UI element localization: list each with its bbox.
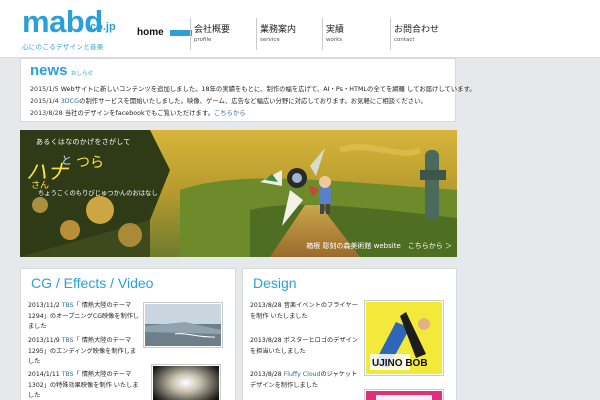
nav-contact-label: お問合わせ [394, 25, 440, 35]
list-item[interactable]: 2013/8/28 音楽イベントのフライヤーを制作 いたしました [250, 301, 362, 322]
news-text: 当社のデザインをfacebookでもご覧いただけます。 [62, 110, 214, 117]
news-section: news おしらせ 2015/1/5 Webサイトに新しいコンテンツを追加しまし… [20, 58, 476, 122]
nav-contact-sub: contact [394, 37, 415, 43]
entry-date: 2013/8/28 [250, 371, 282, 378]
nav-profile-label: 会社概要 [194, 25, 231, 35]
hero-banner[interactable]: あるくはなのかげをさがして ハナ と つら さん ちょうこくのもりびじゅつかんの… [20, 130, 457, 257]
panel-title: CG / Effects / Video [31, 275, 154, 291]
news-link[interactable]: こちらから [214, 110, 246, 117]
banner-subtitle: ちょうこくのもりびじゅつかんのおはなし [38, 190, 158, 197]
list-item[interactable]: 2014/1/11 TBS「 情熱大陸のテーマ1302」の特殊効果映像を制作 い… [28, 370, 140, 400]
news-text: の制作サービスを開始いたしました。映像、ゲーム、広告など幅広い分野に対応しており… [79, 98, 427, 105]
nav-service-sub: service [260, 37, 280, 43]
news-item: 2013/8/28 当社のデザインをfacebookでもご覧いただけます。こちら… [30, 108, 246, 117]
thumbnail[interactable] [151, 364, 221, 400]
entry-link[interactable]: TBS [62, 371, 74, 378]
design-panel: Design 2013/8/28 音楽イベントのフライヤーを制作 いたしました … [242, 268, 457, 400]
news-link[interactable]: 3DCG [61, 98, 79, 105]
thumbnail-image [366, 391, 442, 400]
panel-title: Design [253, 275, 297, 291]
list-item[interactable]: 2013/8/28 Fluffy Cloudのジャケットデザインを制作しました [250, 370, 362, 391]
list-item[interactable]: 2013/8/28 ポスターとロゴのデザインを担当いたしました [250, 336, 362, 357]
news-date: 2013/8/28 [30, 110, 63, 117]
nav-works-label: 実績 [326, 25, 345, 35]
news-subtitle: おしらせ [71, 71, 93, 77]
cg-effects-video-panel: CG / Effects / Video 2013/11/2 TBS「 情熱大陸… [20, 268, 236, 400]
site-header: mabd co.jp 心にのこるデザインと音楽 home 会社概要 profil… [0, 0, 600, 58]
entry-date: 2013/11/2 [28, 302, 60, 309]
poster-thumbnail[interactable]: UJINO BOB [364, 300, 444, 376]
list-item[interactable]: 2013/11/2 TBS「 情熱大陸のテーマ1294」のオープニングCG映像を… [28, 301, 140, 333]
thumbnail[interactable] [364, 389, 444, 400]
nav-works-sub: works [326, 37, 343, 43]
site-logo[interactable]: mabd co.jp 心にのこるデザインと音楽 [22, 6, 132, 54]
entry-link[interactable]: TBS [62, 337, 74, 344]
logo-suffix: co.jp [90, 21, 116, 33]
news-title: news [30, 62, 68, 79]
nav-profile[interactable]: 会社概要 profile [190, 18, 256, 50]
news-date: 2015/1/4 [30, 98, 59, 105]
thumbnail[interactable] [143, 302, 223, 348]
nav-works[interactable]: 実績 works [322, 18, 390, 50]
list-item[interactable]: 2013/11/9 TBS「 情熱大陸のテーマ1295」のエンディング映像を制作… [28, 336, 140, 368]
entry-link[interactable]: TBS [62, 302, 74, 309]
banner-title-to: と [61, 154, 72, 167]
poster-text: UJINO BOB [372, 358, 428, 369]
nav-profile-sub: profile [194, 37, 212, 43]
entry-date: 2013/11/9 [28, 337, 60, 344]
news-date: 2015/1/5 [30, 86, 59, 93]
news-item: 2015/1/4 3DCGの制作サービスを開始いたしました。映像、ゲーム、広告な… [30, 96, 427, 105]
news-item: 2015/1/5 Webサイトに新しいコンテンツを追加しました。18年の実績をも… [30, 84, 476, 93]
banner-title-tsura: つら [76, 155, 104, 171]
nav-contact[interactable]: お問合わせ contact [390, 18, 456, 50]
thumbnail-image [145, 304, 221, 346]
entry-link[interactable]: Fluffy Cloud [284, 371, 321, 378]
nav-service-label: 業務案内 [260, 25, 297, 35]
news-text: Webサイトに新しいコンテンツを追加しました。18年の実績をもとに、制作の幅を広… [58, 86, 476, 93]
entry-date: 2014/1/11 [28, 371, 60, 378]
nav-home-active-bar [170, 30, 192, 36]
logo-tagline: 心にのこるデザインと音楽 [22, 43, 104, 51]
banner-caption-link[interactable]: 箱根 彫刻の森美術館 website こちらから ＞ [306, 241, 452, 251]
entry-date: 2013/8/28 [250, 302, 282, 309]
thumbnail-image [153, 366, 219, 400]
entry-date: 2013/8/28 [250, 337, 282, 344]
nav-service[interactable]: 業務案内 service [256, 18, 322, 50]
poster-image: UJINO BOB [366, 302, 442, 374]
nav-home[interactable]: home [134, 18, 192, 50]
banner-tagline: あるくはなのかげをさがして [36, 138, 131, 146]
